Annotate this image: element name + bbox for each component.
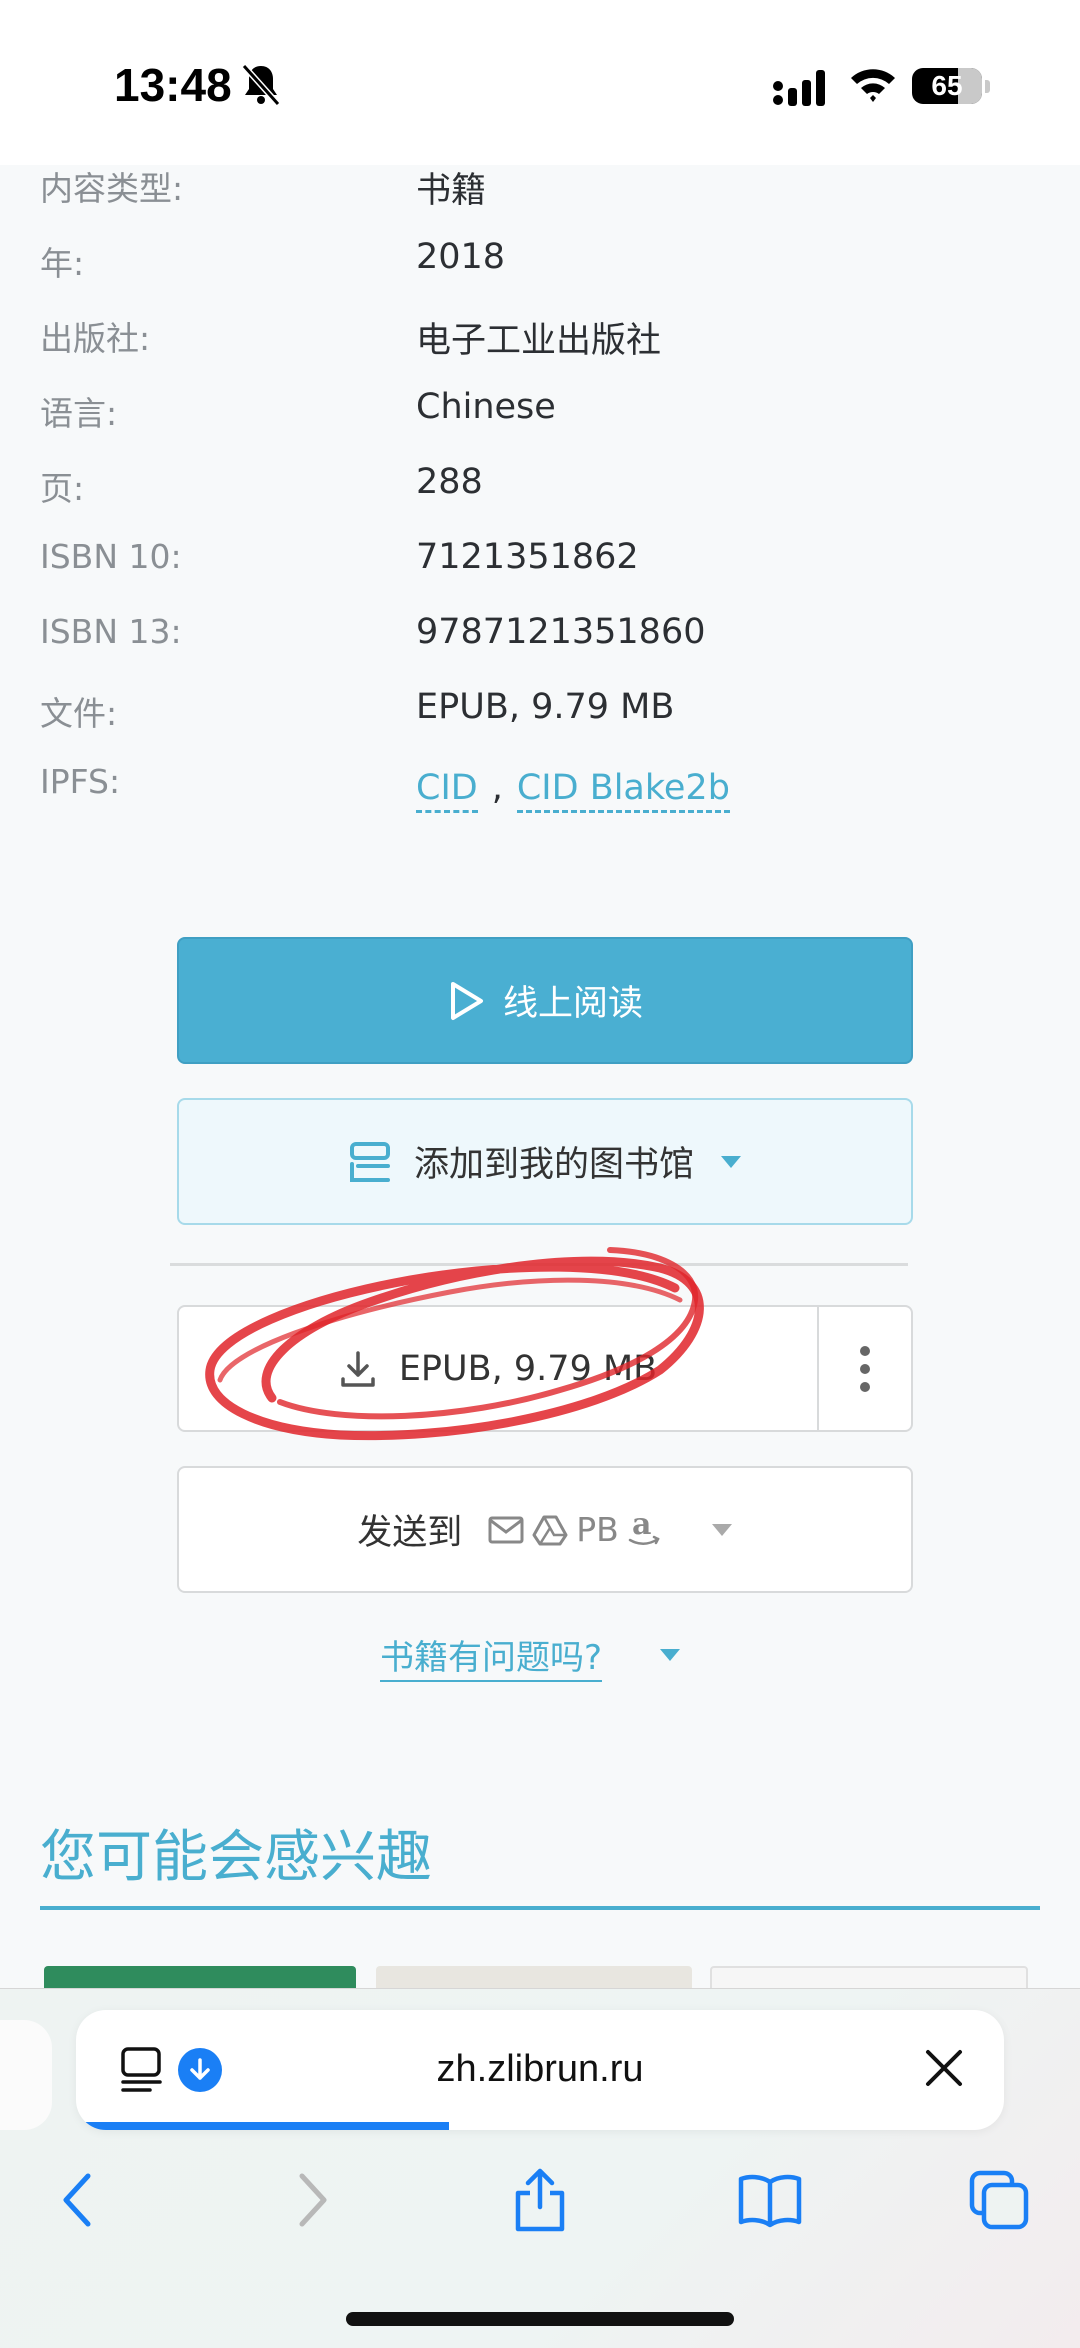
address-bar[interactable]: zh.zlibrun.ru [76,2010,1004,2130]
battery-percentage: 65 [931,70,963,101]
ipfs-row: IPFS: CID, CID Blake2b [0,762,1080,822]
chevron-right-icon [299,2173,327,2227]
tabs-button[interactable] [964,2165,1034,2235]
read-online-label: 线上阅读 [502,984,643,1024]
stop-loading-icon[interactable] [924,2048,964,2088]
bookmarks-button[interactable] [735,2165,805,2235]
detail-row: 内容类型: 书籍 [0,162,1080,222]
back-button[interactable] [42,2165,112,2235]
book-problem-link[interactable]: 书籍有问题吗? [380,1630,603,1682]
detail-value: 2018 [416,237,506,277]
previous-tab-peek[interactable] [0,2020,52,2130]
detail-row: 文件: EPUB, 9.79 MB [0,687,1080,747]
google-drive-icon [532,1515,568,1545]
battery-icon: 65 [912,68,982,104]
more-vertical-icon [860,1345,870,1392]
add-to-library-button[interactable]: 添加到我的图书馆 [177,1098,913,1225]
play-icon [450,981,483,1020]
detail-label: 内容类型: [40,169,184,208]
detail-label: 文件: [40,694,118,733]
amazon-icon: a [628,1510,660,1545]
battery-tip [985,80,990,93]
detail-value: 9787121351860 [416,612,706,652]
ipfs-label: IPFS: [40,762,121,801]
detail-row: 语言: Chinese [0,387,1080,447]
detail-row: ISBN 10: 7121351862 [0,537,1080,597]
divider [170,1263,908,1266]
detail-value: EPUB, 9.79 MB [416,687,675,727]
caret-down-icon [660,1649,680,1661]
detail-label: 页: [40,469,85,508]
download-button-group: EPUB, 9.79 MB [177,1305,913,1432]
wifi-icon [851,69,895,102]
download-icon [341,1350,375,1387]
send-to-button[interactable]: 发送到 PB a [177,1466,913,1593]
ipfs-cid-link[interactable]: CID [416,768,478,813]
detail-label: ISBN 13: [40,612,182,651]
ipfs-cid-blake2b-link[interactable]: CID Blake2b [516,768,730,813]
detail-row: 出版社: 电子工业出版社 [0,312,1080,372]
detail-row: 年: 2018 [0,237,1080,297]
add-to-library-label: 添加到我的图书馆 [413,1145,694,1185]
detail-row: 页: 288 [0,462,1080,522]
detail-label: 年: [40,244,85,283]
section-title: 您可能会感兴趣 [40,1825,432,1890]
detail-value: 书籍 [416,171,487,211]
pocketbook-icon: PB [576,1510,619,1549]
detail-value: Chinese [416,387,556,427]
detail-value: 7121351862 [416,537,639,577]
detail-label: 出版社: [40,319,151,358]
send-to-label: 发送到 [357,1513,463,1553]
read-online-button[interactable]: 线上阅读 [177,937,913,1064]
download-label: EPUB, 9.79 MB [398,1348,658,1389]
status-bar: 13:48 65 [0,0,1080,165]
section-underline [40,1906,1040,1910]
more-options-button[interactable] [817,1307,911,1430]
detail-value: 288 [416,462,483,502]
svg-text:a: a [632,1510,651,1542]
home-indicator [346,2312,734,2326]
share-icon [515,2168,565,2232]
download-button[interactable]: EPUB, 9.79 MB [179,1307,817,1430]
open-book-icon [738,2174,802,2228]
ipfs-separator: , [491,768,503,808]
detail-row: ISBN 13: 9787121351860 [0,612,1080,672]
detail-label: ISBN 10: [40,537,182,576]
status-time: 13:48 [114,59,232,111]
detail-value: 电子工业出版社 [416,321,662,361]
forward-button[interactable] [278,2165,348,2235]
mail-icon [488,1516,524,1543]
signal-icon [773,70,825,106]
page-load-progress [76,2122,449,2130]
send-targets: PB a [488,1510,661,1550]
bell-slash-icon [241,63,281,107]
detail-label: 语言: [40,394,118,433]
chevron-left-icon [63,2173,91,2227]
url-text: zh.zlibrun.ru [436,2048,644,2090]
library-icon [349,1141,390,1182]
ipfs-links: CID, CID Blake2b [416,768,730,813]
caret-down-icon [721,1155,741,1168]
caret-down-icon [711,1523,732,1536]
share-button[interactable] [505,2165,575,2235]
tabs-icon [969,2170,1029,2230]
